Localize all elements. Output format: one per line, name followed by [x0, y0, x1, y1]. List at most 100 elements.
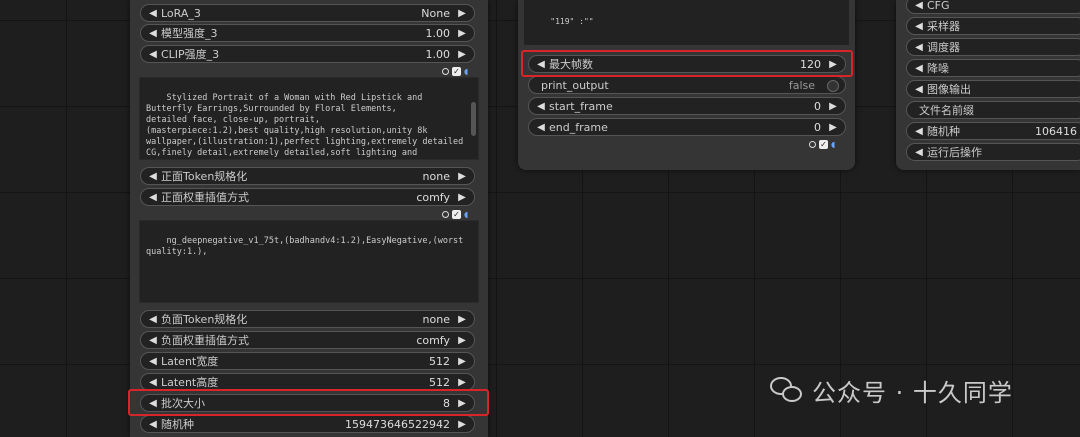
model-strength-3-slider[interactable]: ◀ 模型强度_3 1.00 ▶ [140, 24, 475, 42]
latent-height-number[interactable]: ◀ Latent高度 512 ▶ [140, 373, 475, 391]
print-output-toggle[interactable]: print_output false [528, 76, 846, 94]
increment-arrow-icon[interactable]: ▶ [456, 168, 468, 186]
scrollbar[interactable] [471, 102, 476, 136]
widget-label: 正面Token规格化 [161, 170, 248, 183]
widget-label: 降噪 [927, 62, 949, 75]
widget-label: 采样器 [927, 20, 960, 33]
latent-width-number[interactable]: ◀ Latent宽度 512 ▶ [140, 352, 475, 370]
widget-value: 0 [814, 121, 821, 134]
decrement-arrow-icon[interactable]: ◀ [147, 353, 159, 371]
decrement-arrow-icon[interactable]: ◀ [147, 311, 159, 329]
decrement-arrow-icon[interactable]: ◀ [147, 5, 159, 23]
increment-arrow-icon[interactable]: ▶ [456, 332, 468, 350]
increment-arrow-icon[interactable]: ▶ [456, 311, 468, 329]
denoise-number[interactable]: ◀ 降噪 [906, 59, 1080, 77]
increment-arrow-icon[interactable]: ▶ [827, 119, 839, 137]
widget-label: 正面权重插值方式 [161, 191, 249, 204]
increment-arrow-icon[interactable]: ▶ [456, 46, 468, 64]
positive-prompt-textarea[interactable]: Stylized Portrait of a Woman with Red Li… [139, 77, 479, 160]
lora-3-combo[interactable]: ◀ LoRA_3 None ▶ [140, 4, 475, 22]
widget-value: 0 [814, 100, 821, 113]
toggle-knob-icon[interactable] [827, 80, 839, 92]
cfg-number[interactable]: ◀ CFG [906, 0, 1080, 14]
speaker-icon[interactable]: ◖ [831, 140, 840, 149]
widget-label: Latent宽度 [161, 355, 219, 368]
negative-prompt-textarea[interactable]: ng_deepnegative_v1_75t,(badhandv4:1.2),E… [139, 220, 479, 303]
widget-label: 随机种 [927, 125, 960, 138]
decrement-arrow-icon[interactable]: ◀ [147, 332, 159, 350]
widget-label: 最大帧数 [549, 58, 593, 71]
speaker-icon[interactable]: ◖ [464, 67, 473, 76]
decrement-arrow-icon[interactable]: ◀ [147, 189, 159, 207]
decrement-arrow-icon[interactable]: ◀ [147, 46, 159, 64]
sampler-combo[interactable]: ◀ 采样器 [906, 17, 1080, 35]
increment-arrow-icon[interactable]: ▶ [827, 98, 839, 116]
checkbox-icon[interactable]: ✓ [452, 209, 461, 219]
negative-token-normalization-combo[interactable]: ◀ 负面Token规格化 none ▶ [140, 310, 475, 328]
widget-label: LoRA_3 [161, 7, 201, 20]
widget-toolbar: ✓ ◖ [442, 66, 473, 76]
seed-number[interactable]: ◀ 随机种 106416 [906, 122, 1080, 140]
after-run-combo[interactable]: ◀ 运行后操作 [906, 143, 1080, 161]
widget-value: 120 [800, 58, 821, 71]
decrement-arrow-icon[interactable]: ◀ [913, 18, 925, 36]
widget-label: CLIP强度_3 [161, 48, 220, 61]
increment-arrow-icon[interactable]: ▶ [827, 56, 839, 74]
widget-label: 负面Token规格化 [161, 313, 248, 326]
widget-label: 随机种 [161, 418, 194, 431]
decrement-arrow-icon[interactable]: ◀ [913, 60, 925, 78]
increment-arrow-icon[interactable]: ▶ [456, 189, 468, 207]
decrement-arrow-icon[interactable]: ◀ [147, 25, 159, 43]
widget-value: comfy [416, 334, 450, 347]
scheduler-combo[interactable]: ◀ 调度器 [906, 38, 1080, 56]
schedule-text-preview[interactable]: "119" :"" [524, 0, 849, 45]
decrement-arrow-icon[interactable]: ◀ [913, 39, 925, 57]
decrement-arrow-icon[interactable]: ◀ [147, 416, 159, 434]
decrement-arrow-icon[interactable]: ◀ [147, 168, 159, 186]
seed-number[interactable]: ◀ 随机种 159473646522942 ▶ [140, 415, 475, 433]
widget-toolbar: ✓ ◖ [809, 139, 840, 149]
widget-label: CFG [927, 0, 950, 12]
positive-prompt-text: Stylized Portrait of a Woman with Red Li… [146, 93, 464, 158]
negative-weight-interpretation-combo[interactable]: ◀ 负面权重插值方式 comfy ▶ [140, 331, 475, 349]
circle-icon[interactable] [442, 210, 449, 218]
watermark-text: 公众号 · 十久同学 [812, 378, 1013, 407]
clip-strength-3-slider[interactable]: ◀ CLIP强度_3 1.00 ▶ [140, 45, 475, 63]
widget-value: 512 [429, 355, 450, 368]
image-output-combo[interactable]: ◀ 图像输出 [906, 80, 1080, 98]
speaker-icon[interactable]: ◖ [464, 210, 473, 219]
widget-value: 8 [443, 397, 450, 410]
end-frame-number[interactable]: ◀ end_frame 0 ▶ [528, 118, 846, 136]
circle-icon[interactable] [442, 67, 449, 75]
decrement-arrow-icon[interactable]: ◀ [913, 123, 925, 141]
filename-prefix-input[interactable]: 文件名前缀 [906, 101, 1080, 119]
checkbox-icon[interactable]: ✓ [819, 139, 828, 149]
checkbox-icon[interactable]: ✓ [452, 66, 461, 76]
increment-arrow-icon[interactable]: ▶ [456, 353, 468, 371]
max-frames-number[interactable]: ◀ 最大帧数 120 ▶ [528, 55, 846, 73]
increment-arrow-icon[interactable]: ▶ [456, 5, 468, 23]
widget-label: 调度器 [927, 41, 960, 54]
increment-arrow-icon[interactable]: ▶ [456, 416, 468, 434]
widget-value: false [788, 79, 815, 92]
decrement-arrow-icon[interactable]: ◀ [913, 0, 925, 15]
circle-icon[interactable] [809, 140, 816, 148]
decrement-arrow-icon[interactable]: ◀ [147, 395, 159, 413]
increment-arrow-icon[interactable]: ▶ [456, 374, 468, 392]
batch-size-number[interactable]: ◀ 批次大小 8 ▶ [140, 394, 475, 412]
decrement-arrow-icon[interactable]: ◀ [913, 81, 925, 99]
start-frame-number[interactable]: ◀ start_frame 0 ▶ [528, 97, 846, 115]
decrement-arrow-icon[interactable]: ◀ [535, 119, 547, 137]
widget-value: 1.00 [425, 27, 451, 40]
decrement-arrow-icon[interactable]: ◀ [535, 98, 547, 116]
widget-label: 负面权重插值方式 [161, 334, 249, 347]
increment-arrow-icon[interactable]: ▶ [456, 25, 468, 43]
positive-token-normalization-combo[interactable]: ◀ 正面Token规格化 none ▶ [140, 167, 475, 185]
increment-arrow-icon[interactable]: ▶ [456, 395, 468, 413]
decrement-arrow-icon[interactable]: ◀ [535, 56, 547, 74]
widget-toolbar: ✓ ◖ [442, 209, 473, 219]
decrement-arrow-icon[interactable]: ◀ [913, 144, 925, 162]
positive-weight-interpretation-combo[interactable]: ◀ 正面权重插值方式 comfy ▶ [140, 188, 475, 206]
decrement-arrow-icon[interactable]: ◀ [147, 374, 159, 392]
widget-label: 图像输出 [927, 83, 971, 96]
